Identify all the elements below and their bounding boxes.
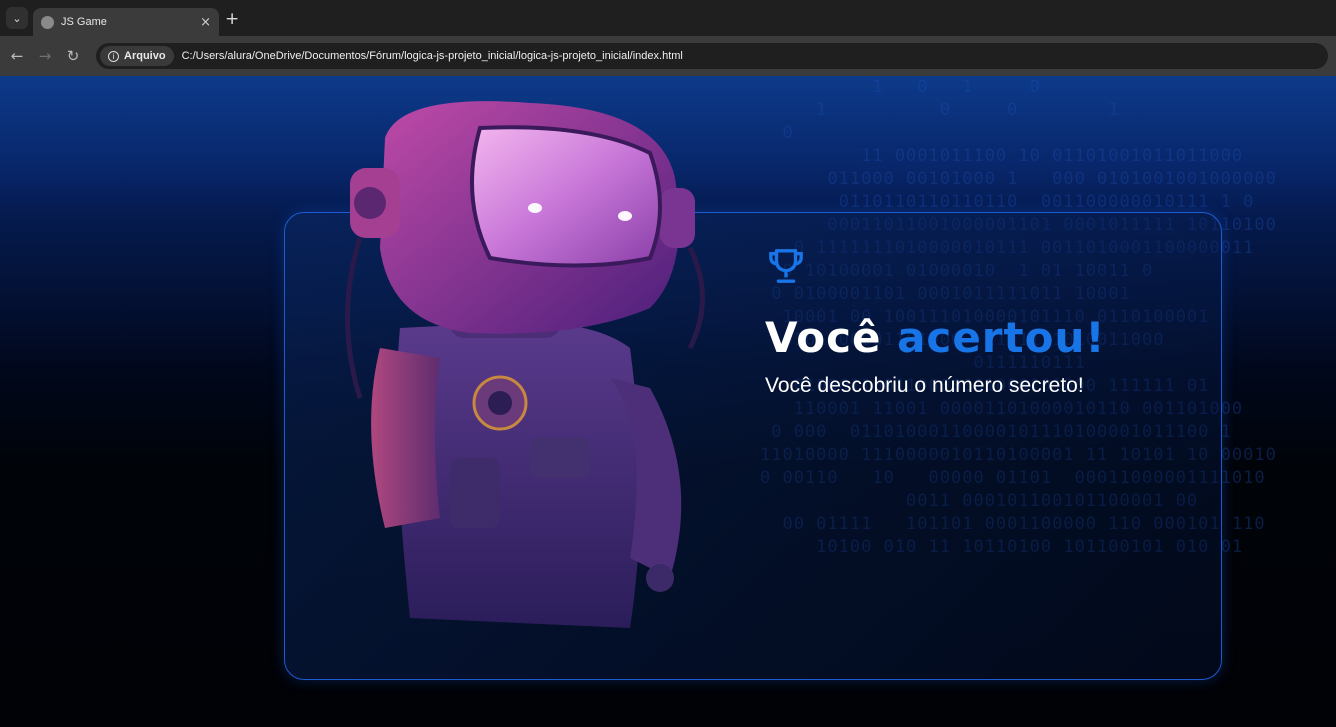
result-message: Você acertou! Você descobriu o número se… xyxy=(765,247,1106,398)
close-icon[interactable]: × xyxy=(200,15,211,30)
globe-icon xyxy=(41,15,54,29)
robot-astronaut-illustration xyxy=(345,101,705,628)
address-bar[interactable]: i Arquivo C:/Users/alura/OneDrive/Docume… xyxy=(96,43,1328,69)
result-subtitle: Você descobriu o número secreto! xyxy=(765,374,1084,397)
browser-toolbar: ← → ↻ i Arquivo C:/Users/alura/OneDrive/… xyxy=(0,36,1336,76)
site-chip-label: Arquivo xyxy=(124,50,166,62)
title-main: Você xyxy=(765,313,898,362)
url-text[interactable]: C:/Users/alura/OneDrive/Documentos/Fórum… xyxy=(182,50,683,62)
chevron-down-icon: ⌄ xyxy=(12,11,22,25)
trophy-icon xyxy=(769,249,803,283)
reload-icon[interactable]: ↻ xyxy=(62,47,84,65)
tab-search-button[interactable]: ⌄ xyxy=(6,7,28,29)
info-icon: i xyxy=(108,50,119,62)
page-title: Você acertou! xyxy=(765,313,1106,362)
title-accent: acertou! xyxy=(897,313,1106,362)
tab-title: JS Game xyxy=(61,16,107,28)
browser-tab-bar: ⌄ JS Game × + xyxy=(0,0,1336,36)
back-arrow-icon[interactable]: ← xyxy=(6,47,28,65)
new-tab-button[interactable]: + xyxy=(225,11,239,28)
tab-js-game[interactable]: JS Game × xyxy=(33,8,219,36)
forward-arrow-icon[interactable]: → xyxy=(34,47,56,65)
site-info-chip[interactable]: i Arquivo xyxy=(100,46,174,66)
